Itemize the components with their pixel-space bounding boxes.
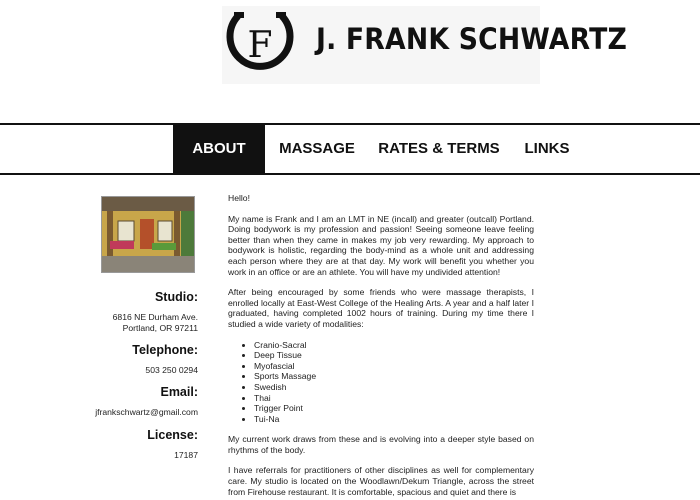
studio-address-line2: Portland, OR 97211 (122, 323, 198, 333)
about-content: Hello! My name is Frank and I am an LMT … (228, 193, 534, 500)
site-title: J. FRANK SCHWARTZ (316, 22, 628, 56)
license-label: License: (147, 428, 198, 442)
main-navigation: ABOUT MASSAGE RATES & TERMS LINKS (0, 123, 700, 175)
list-item: Thai (254, 393, 534, 404)
nav-item-links[interactable]: LINKS (516, 125, 578, 173)
nav-item-about[interactable]: ABOUT (173, 125, 265, 173)
email-label: Email: (160, 385, 198, 399)
studio-label: Studio: (154, 290, 198, 304)
horseshoe-logo-icon: F (226, 12, 294, 70)
training-paragraph: After being encouraged by some friends w… (228, 287, 534, 329)
list-item: Myofascial (254, 361, 534, 372)
list-item: Deep Tissue (254, 350, 534, 361)
list-item: Sports Massage (254, 371, 534, 382)
telephone-label: Telephone: (132, 343, 198, 357)
telephone-value[interactable]: 503 250 0294 (145, 365, 198, 376)
list-item: Swedish (254, 382, 534, 393)
nav-item-massage[interactable]: MASSAGE (275, 125, 359, 173)
email-link[interactable]: jfrankschwartz@gmail.com (95, 407, 198, 418)
logo-letter: F (248, 25, 273, 66)
studio-address-line1: 6816 NE Durham Ave. (112, 312, 198, 322)
nav-item-rates-terms[interactable]: RATES & TERMS (373, 125, 505, 173)
license-value: 17187 (174, 450, 198, 460)
list-item: Tui-Na (254, 414, 534, 425)
greeting-text: Hello! (228, 193, 250, 203)
referrals-paragraph: I have referrals for practitioners of ot… (228, 465, 534, 497)
list-item: Cranio-Sacral (254, 340, 534, 351)
site-header-logo[interactable]: F J. FRANK SCHWARTZ (222, 6, 627, 84)
intro-paragraph: My name is Frank and I am an LMT in NE (… (228, 213, 534, 277)
list-item: Trigger Point (254, 403, 534, 414)
studio-photo (101, 196, 195, 273)
current-work-paragraph: My current work draws from these and is … (228, 434, 534, 455)
modalities-list: Cranio-Sacral Deep Tissue Myofascial Spo… (228, 340, 534, 425)
studio-photo-image (102, 197, 194, 272)
